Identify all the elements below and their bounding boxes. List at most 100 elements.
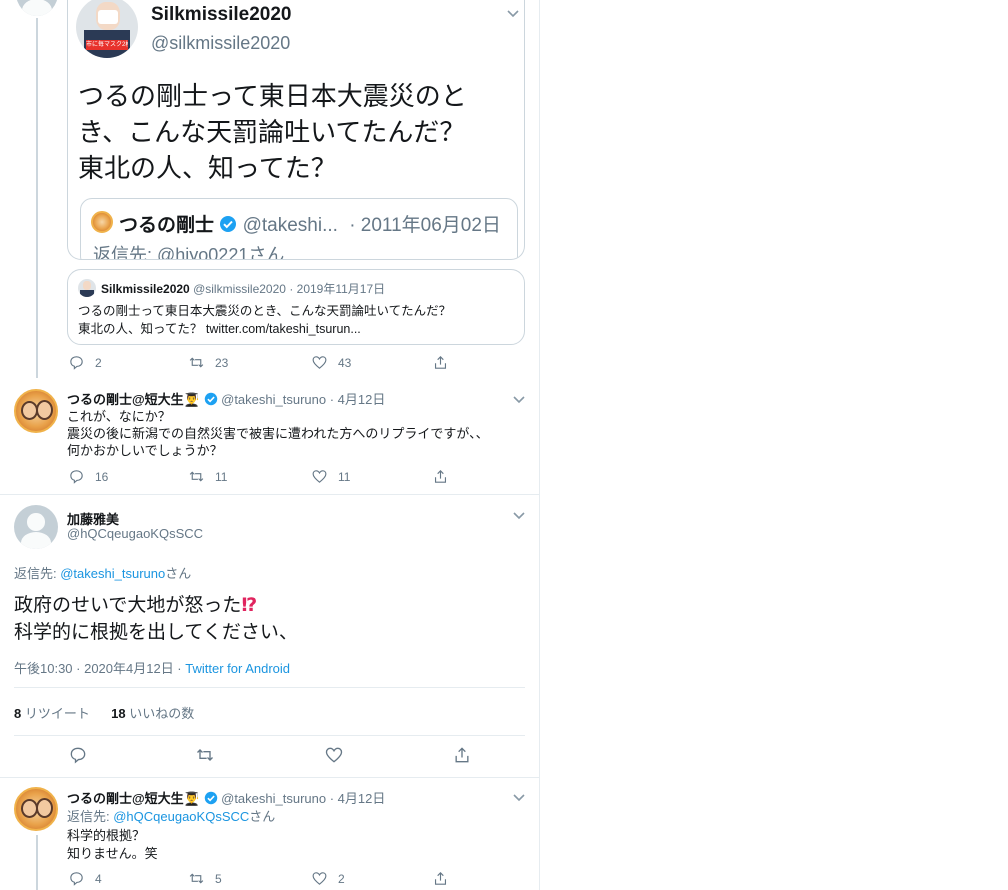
avatar[interactable] (16, 0, 58, 16)
verified-icon (204, 791, 217, 805)
share-button[interactable] (432, 468, 449, 485)
likes-stat[interactable]: 18 いいねの数 (111, 706, 194, 721)
retweet-icon (197, 749, 213, 761)
reply-icon (70, 470, 83, 484)
share-button[interactable] (432, 870, 449, 887)
avatar[interactable] (14, 389, 58, 433)
share-icon (455, 747, 469, 763)
retweet-count: 5 (215, 871, 222, 886)
reply-button[interactable] (68, 745, 88, 765)
tweet-date[interactable]: · 4月12日 (330, 392, 386, 407)
retweets-count: 8 (14, 706, 22, 721)
tweet-text-line: これが、なにか？ (67, 409, 171, 424)
embedded-tweet-card[interactable]: 市に毎マスク2枚 Silkmissile2020 @silkmissile202… (67, 0, 525, 260)
reply-button[interactable]: 16 (68, 468, 108, 485)
reply-icon (70, 872, 83, 886)
retweet-button[interactable]: 5 (188, 870, 222, 887)
nested-quoted-tweet[interactable]: つるの剛士 @takeshi... · 2011年06月02日 返信先: @hi… (80, 198, 518, 260)
like-button[interactable]: 11 (311, 468, 350, 485)
chevron-down-icon[interactable] (512, 790, 526, 804)
retweet-icon (189, 357, 204, 368)
thread-line (36, 18, 38, 378)
quoted-author-handle: @takeshi... (242, 215, 338, 236)
verified-icon (220, 216, 237, 232)
retweets-stat[interactable]: 8 リツイート (14, 706, 90, 721)
divider (0, 494, 540, 495)
reply-to-handle[interactable]: @hQCqeugaoKQsSCC (113, 809, 249, 824)
avatar (78, 279, 96, 297)
divider (0, 777, 540, 778)
quote-text-line: つるの剛士って東日本大震災のとき、こんな天罰論吐いてたんだ？ (78, 304, 452, 318)
author-name[interactable]: つるの剛士@短大生 (67, 392, 184, 407)
quoted-date: · 2011年06月02日 (349, 215, 501, 236)
author-handle[interactable]: @takeshi_tsuruno (221, 791, 326, 806)
interrobang-emoji: ⁉ (241, 595, 258, 616)
tweet-timestamp[interactable]: 午後10:30 · 2020年4月12日 · (14, 661, 185, 676)
retweet-button[interactable] (195, 745, 215, 765)
quote-author-handle: @silkmissile2020 (193, 282, 286, 296)
retweet-count: 23 (215, 355, 229, 370)
quote-text-line: 東北の人、知ってた？ twitter.com/takeshi_tsurun... (78, 322, 361, 336)
graduate-emoji: 👨‍🎓 (183, 392, 200, 407)
share-button[interactable] (432, 354, 449, 371)
heart-icon (312, 470, 327, 483)
author-name[interactable]: Silkmissile2020 (151, 4, 292, 26)
author-handle[interactable]: @hQCqeugaoKQsSCC (67, 526, 203, 541)
retweets-label: リツイート (24, 706, 90, 721)
quote-date: · 2019年11月17日 (289, 282, 386, 296)
reply-to-handle[interactable]: @takeshi_tsuruno (60, 566, 165, 581)
tweet-client[interactable]: Twitter for Android (185, 661, 290, 676)
share-button[interactable] (452, 745, 472, 765)
reply-icon (70, 747, 86, 764)
heart-icon (325, 747, 343, 763)
share-icon (434, 470, 447, 483)
retweet-button[interactable]: 11 (188, 468, 227, 485)
author-handle[interactable]: @silkmissile2020 (151, 33, 290, 54)
chevron-down-icon[interactable] (512, 508, 526, 522)
avatar (91, 211, 113, 233)
like-button[interactable]: 43 (311, 354, 351, 371)
reply-to-prefix: 返信先: (14, 566, 61, 581)
author-handle[interactable]: @takeshi_tsuruno (221, 392, 326, 407)
tweet-text-line: き、こんな天罰論吐いてたんだ？ (78, 117, 466, 147)
tweet-text-line: 震災の後に新潟での自然災害で被害に遭われた方へのリプライですが、、 (67, 426, 489, 441)
tweet-text-line: 政府のせいで大地が怒った (14, 595, 242, 616)
avatar[interactable] (14, 787, 58, 831)
like-button[interactable]: 2 (311, 870, 345, 887)
author-name[interactable]: つるの剛士@短大生 (67, 791, 184, 806)
divider (14, 735, 525, 736)
quote-tweet-card[interactable]: Silkmissile2020 @silkmissile2020 · 2019年… (67, 269, 525, 345)
avatar[interactable]: 市に毎マスク2枚 (76, 0, 138, 58)
reply-button[interactable]: 4 (68, 870, 102, 887)
tweet-text-line: 何かおかしいでしょうか？ (67, 443, 223, 458)
graduate-emoji: 👨‍🎓 (183, 791, 200, 806)
like-count: 43 (338, 355, 352, 370)
quote-author-name: Silkmissile2020 (101, 282, 190, 296)
like-button[interactable] (324, 745, 344, 765)
timeline-column: 市に毎マスク2枚 Silkmissile2020 @silkmissile202… (0, 0, 540, 890)
verified-icon (204, 392, 217, 406)
tweet-text-line: つるの剛士って東日本大震災のと (78, 81, 467, 111)
heart-icon (312, 356, 327, 369)
reply-count: 2 (95, 355, 102, 370)
tweet-text-line: 科学的根拠？ (67, 828, 146, 843)
retweet-icon (189, 873, 204, 884)
thread-line (36, 835, 38, 890)
reply-to-prefix: 返信先: (67, 809, 114, 824)
tweet-text-line: 科学的に根拠を出してください、 (14, 622, 298, 643)
avatar[interactable] (14, 505, 58, 549)
likes-count: 18 (111, 706, 126, 721)
chevron-down-icon[interactable] (512, 392, 526, 406)
quoted-author-name: つるの剛士 (119, 215, 215, 236)
heart-icon (312, 872, 327, 885)
reply-icon (70, 356, 83, 370)
reply-button[interactable]: 2 (68, 354, 102, 371)
retweet-button[interactable]: 23 (188, 354, 228, 371)
share-icon (434, 872, 447, 885)
divider (14, 687, 525, 688)
tweet-date[interactable]: · 4月12日 (330, 791, 386, 806)
likes-label: いいねの数 (129, 706, 195, 721)
chevron-down-icon[interactable] (506, 6, 520, 20)
quoted-reply-to: 返信先: @hiyo0221さん (93, 245, 285, 260)
avatar-badge-text: 市に毎マスク2枚 (86, 40, 128, 50)
